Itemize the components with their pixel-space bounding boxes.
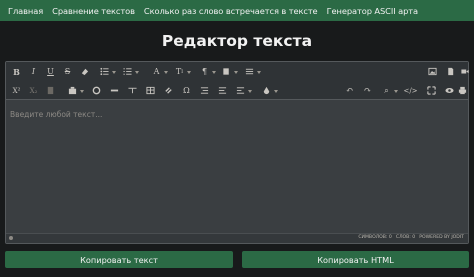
fullsize-icon[interactable] [425,84,438,97]
align-icon[interactable] [234,84,252,97]
superscript-icon[interactable]: X² [10,84,23,97]
nav-link-ascii[interactable]: Генератор ASCII арта [327,6,419,16]
horizontal-line-icon[interactable] [126,84,139,97]
editor-text-area[interactable]: Введите любой текст... [6,100,468,233]
editor-statusbar: Символов: 0 Слов: 0 POWERED BY JODIT [6,233,468,243]
underline-icon[interactable]: U [44,65,57,78]
char-count: Символов: 0 [358,235,392,240]
nav-link-compare[interactable]: Сравнение текстов [52,6,135,16]
classes-icon[interactable] [220,65,238,78]
file-icon[interactable] [444,65,457,78]
ordered-list-icon[interactable] [121,65,139,78]
toolbar-row-2: X² X₂ Ω ↶ ↷ ⌕ </> [6,81,468,100]
resize-handle-icon[interactable] [9,236,13,240]
strikethrough-icon[interactable]: S [61,65,74,78]
italic-icon[interactable]: I [27,65,40,78]
unordered-list-icon[interactable] [98,65,116,78]
subscript-icon[interactable]: X₂ [27,84,40,97]
spellcheck-icon[interactable] [44,84,57,97]
top-navbar: Главная Сравнение текстов Сколько раз сл… [0,0,474,21]
select-all-icon[interactable] [66,84,84,97]
source-icon[interactable]: </> [403,84,417,97]
brush-settings-icon[interactable] [90,84,103,97]
outdent-icon[interactable] [216,84,229,97]
undo-icon[interactable]: ↶ [343,84,356,97]
find-icon[interactable]: ⌕ [380,84,398,97]
indent-icon[interactable] [198,84,211,97]
powered-by[interactable]: POWERED BY JODIT [419,235,464,240]
text-editor: B I U S A TI ¶ X² X₂ Ω ↶ ↷ ⌕ </> Введите… [5,61,469,244]
word-count: Слов: 0 [395,235,416,240]
bold-icon[interactable]: B [10,65,23,78]
page-title: Редактор текста [161,32,313,50]
copy-text-button[interactable]: Копировать текст [5,251,233,268]
brush-icon[interactable] [260,84,278,97]
special-char-icon[interactable]: Ω [180,84,193,97]
font-size-icon[interactable]: TI [173,65,191,78]
table-icon[interactable] [144,84,157,97]
editor-toolbar: B I U S A TI ¶ X² X₂ Ω ↶ ↷ ⌕ </> [6,62,469,100]
eraser-icon[interactable] [78,65,91,78]
redo-icon[interactable]: ↷ [361,84,374,97]
copy-html-button[interactable]: Копировать HTML [242,251,469,268]
line-height-icon[interactable] [243,65,261,78]
editor-placeholder: Введите любой текст... [10,110,103,119]
print-icon[interactable] [458,84,467,97]
font-icon[interactable]: A [150,65,168,78]
horizontal-rule-icon[interactable] [108,84,121,97]
image-icon[interactable] [426,65,439,78]
paragraph-icon[interactable]: ¶ [198,65,216,78]
nav-link-word-count[interactable]: Сколько раз слово встречается в тексте [144,6,318,16]
link-icon[interactable] [162,84,175,97]
video-icon[interactable] [461,65,469,78]
preview-icon[interactable] [443,84,456,97]
toolbar-row-1: B I U S A TI ¶ [6,62,469,81]
nav-link-home[interactable]: Главная [8,6,43,16]
status-info: Символов: 0 Слов: 0 POWERED BY JODIT [358,235,464,240]
